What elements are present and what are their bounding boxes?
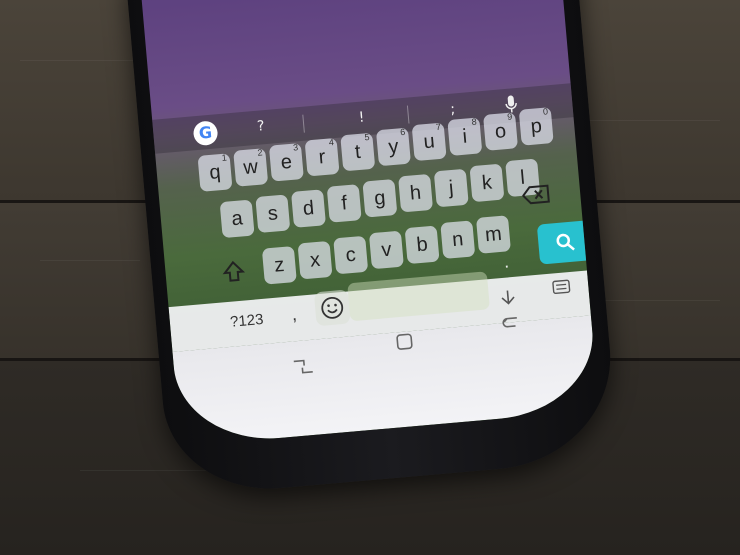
- search-icon: [555, 231, 577, 257]
- key-m[interactable]: m: [475, 215, 511, 254]
- period-key[interactable]: .: [503, 251, 510, 272]
- key-q[interactable]: 1q: [197, 153, 233, 192]
- keyboard-hide-icon[interactable]: [498, 289, 518, 310]
- key-t[interactable]: 5t: [340, 132, 376, 172]
- symbols-key[interactable]: ?123: [229, 311, 264, 331]
- suggestion-divider: [406, 105, 410, 124]
- wood-grain: [40, 260, 140, 261]
- suggestion-semicolon[interactable]: ;: [450, 101, 456, 117]
- recent-apps-icon[interactable]: [291, 356, 315, 382]
- key-w[interactable]: 2w: [233, 147, 269, 187]
- key-p[interactable]: 0p: [518, 106, 554, 146]
- key-o[interactable]: 9o: [483, 111, 519, 151]
- key-y[interactable]: 6y: [375, 127, 411, 167]
- key-g[interactable]: g: [362, 178, 398, 218]
- backspace-icon[interactable]: [521, 183, 553, 210]
- shift-icon[interactable]: [221, 258, 251, 288]
- key-u[interactable]: 7u: [411, 122, 447, 162]
- key-c[interactable]: c: [333, 235, 369, 275]
- key-i[interactable]: 8i: [447, 117, 483, 156]
- keyboard-switch-icon[interactable]: [552, 278, 572, 298]
- key-d[interactable]: d: [290, 189, 327, 228]
- wood-grain: [600, 300, 720, 301]
- key-f[interactable]: f: [326, 184, 362, 223]
- back-icon[interactable]: [501, 313, 523, 337]
- key-n[interactable]: n: [440, 220, 476, 259]
- key-k[interactable]: k: [469, 163, 505, 203]
- suggestion-question[interactable]: ?: [256, 118, 265, 135]
- suggestion-exclamation[interactable]: !: [358, 109, 365, 125]
- key-a[interactable]: a: [219, 199, 255, 239]
- smartphone: ? ! ; G 1q 2w 3e 4r 5t 6y 7u 8i 9o 0p a …: [125, 0, 620, 498]
- key-e[interactable]: 3e: [268, 142, 304, 182]
- phone-screen: ? ! ; G 1q 2w 3e 4r 5t 6y 7u 8i 9o 0p a …: [139, 0, 600, 447]
- key-h[interactable]: h: [398, 173, 434, 213]
- home-icon[interactable]: [394, 331, 416, 357]
- emoji-icon[interactable]: [313, 289, 351, 327]
- key-b[interactable]: b: [404, 225, 440, 265]
- key-x[interactable]: x: [297, 240, 333, 280]
- key-j[interactable]: j: [433, 168, 469, 208]
- suggestion-divider: [302, 114, 305, 133]
- key-s[interactable]: s: [255, 194, 291, 234]
- key-z[interactable]: z: [261, 245, 297, 285]
- key-r[interactable]: 4r: [304, 137, 340, 177]
- key-v[interactable]: v: [368, 230, 404, 270]
- search-button[interactable]: [536, 220, 595, 265]
